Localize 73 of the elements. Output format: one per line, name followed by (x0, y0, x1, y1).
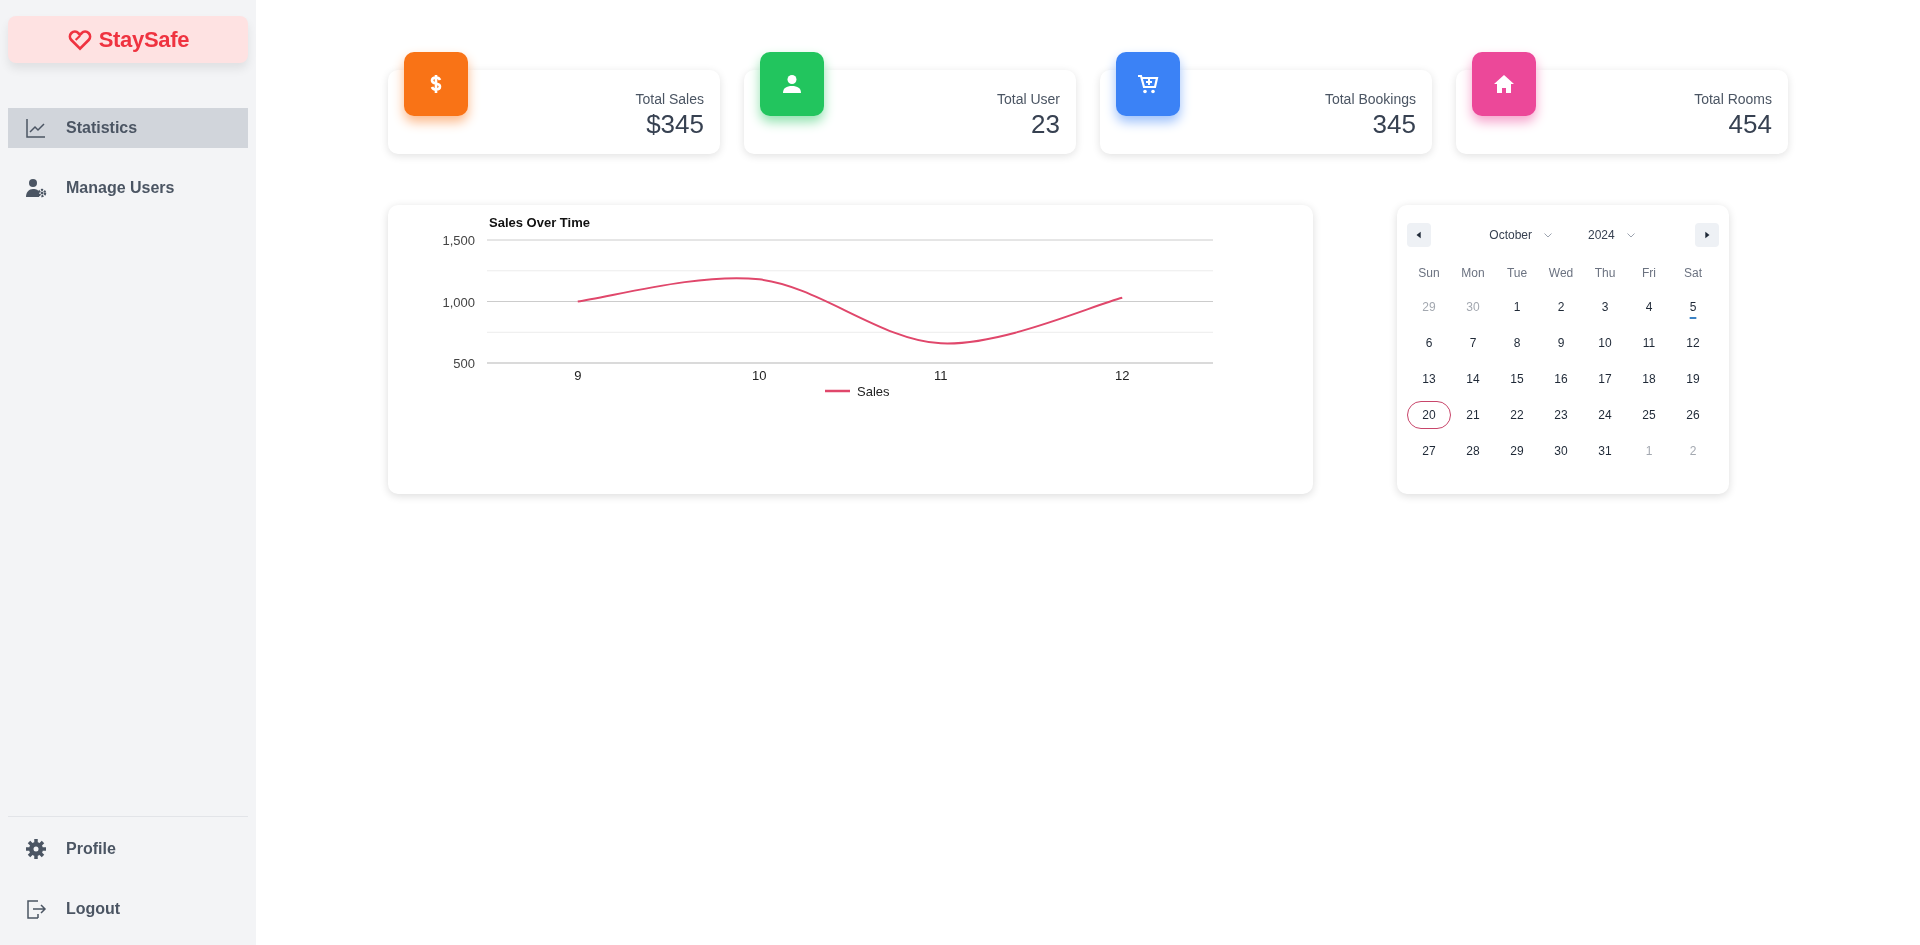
weekday-label: Mon (1460, 265, 1486, 282)
nav-item[interactable]: Profile (8, 829, 248, 869)
cart-plus-icon (1136, 72, 1160, 96)
x-axis-label: 11 (934, 368, 948, 383)
calendar-day[interactable]: 12 (1671, 329, 1715, 357)
stat-label: Total Rooms (1694, 90, 1772, 107)
calendar-day[interactable]: 31 (1583, 437, 1627, 465)
weekday-label: Fri (1641, 265, 1657, 282)
calendar-day[interactable]: 14 (1451, 365, 1495, 393)
stat-value: $345 (646, 108, 704, 140)
calendar-day[interactable]: 4 (1627, 293, 1671, 321)
calendar-day[interactable]: 29 (1495, 437, 1539, 465)
calendar-day[interactable]: 5 (1671, 293, 1715, 321)
calendar-day[interactable]: 6 (1407, 329, 1451, 357)
weekday-label: Tue (1505, 265, 1529, 282)
stat-value: 454 (1728, 108, 1772, 140)
weekday-label: Thu (1593, 265, 1617, 282)
legend-swatch (825, 389, 850, 393)
logo-text: StaySafe (98, 26, 190, 53)
calendar-day[interactable]: 13 (1407, 365, 1451, 393)
nav-item[interactable]: Statistics (8, 108, 248, 148)
x-axis-label: 10 (752, 368, 767, 383)
calendar-day[interactable]: 23 (1539, 401, 1583, 429)
caret-left-icon (1414, 230, 1424, 240)
house-icon (1492, 72, 1516, 96)
line-chart-icon (24, 116, 48, 140)
next-month-button[interactable] (1695, 223, 1719, 247)
calendar-day[interactable]: 27 (1407, 437, 1451, 465)
calendar-day[interactable]: 26 (1671, 401, 1715, 429)
calendar-day[interactable]: 18 (1627, 365, 1671, 393)
calendar-day[interactable]: 10 (1583, 329, 1627, 357)
calendar-day[interactable]: 28 (1451, 437, 1495, 465)
calendar-day[interactable]: 16 (1539, 365, 1583, 393)
stat-label: Total User (996, 90, 1060, 107)
gear-icon (24, 837, 48, 861)
calendar-day[interactable]: 15 (1495, 365, 1539, 393)
calendar-day[interactable]: 9 (1539, 329, 1583, 357)
calendar-day[interactable]: 2 (1539, 293, 1583, 321)
x-axis-label: 12 (1115, 368, 1130, 383)
calendar-day[interactable]: 11 (1627, 329, 1671, 357)
stat-label: Total Sales (635, 90, 704, 107)
month-select[interactable]: October (1481, 228, 1562, 242)
user-icon (780, 72, 804, 96)
user-gear-icon (24, 176, 48, 200)
calendar-day[interactable]: 30 (1539, 437, 1583, 465)
calendar-day[interactable]: 25 (1627, 401, 1671, 429)
stat-value: 345 (1372, 108, 1416, 140)
calendar-day[interactable]: 21 (1451, 401, 1495, 429)
calendar-day[interactable]: 19 (1671, 365, 1715, 393)
logout-icon (24, 897, 48, 921)
stat-value: 23 (1031, 108, 1060, 140)
nav-item[interactable]: Manage Users (8, 168, 248, 208)
calendar-day[interactable]: 1 (1495, 293, 1539, 321)
stat-label: Total Bookings (1324, 90, 1416, 107)
weekday-label: Wed (1547, 265, 1575, 282)
legend-label: Sales (857, 384, 890, 399)
nav-item[interactable]: Logout (8, 889, 248, 929)
previous-month-button[interactable] (1407, 223, 1431, 247)
y-axis-label: 1,500 (442, 233, 475, 248)
calendar-day[interactable]: 22 (1495, 401, 1539, 429)
weekday-label: Sun (1417, 265, 1441, 282)
calendar-day[interactable]: 17 (1583, 365, 1627, 393)
y-axis-label: 500 (453, 356, 475, 371)
chart-title: Sales Over Time (489, 215, 590, 230)
calendar-day[interactable]: 7 (1451, 329, 1495, 357)
caret-right-icon (1702, 230, 1712, 240)
weekday-label: Sat (1683, 265, 1703, 282)
x-axis-label: 9 (574, 368, 582, 383)
calendar-day[interactable]: 3 (1583, 293, 1627, 321)
year-select[interactable]: 2024 (1580, 228, 1645, 242)
calendar-day[interactable]: 8 (1495, 329, 1539, 357)
y-axis-label: 1,000 (442, 294, 475, 310)
calendar-day[interactable]: 24 (1583, 401, 1627, 429)
